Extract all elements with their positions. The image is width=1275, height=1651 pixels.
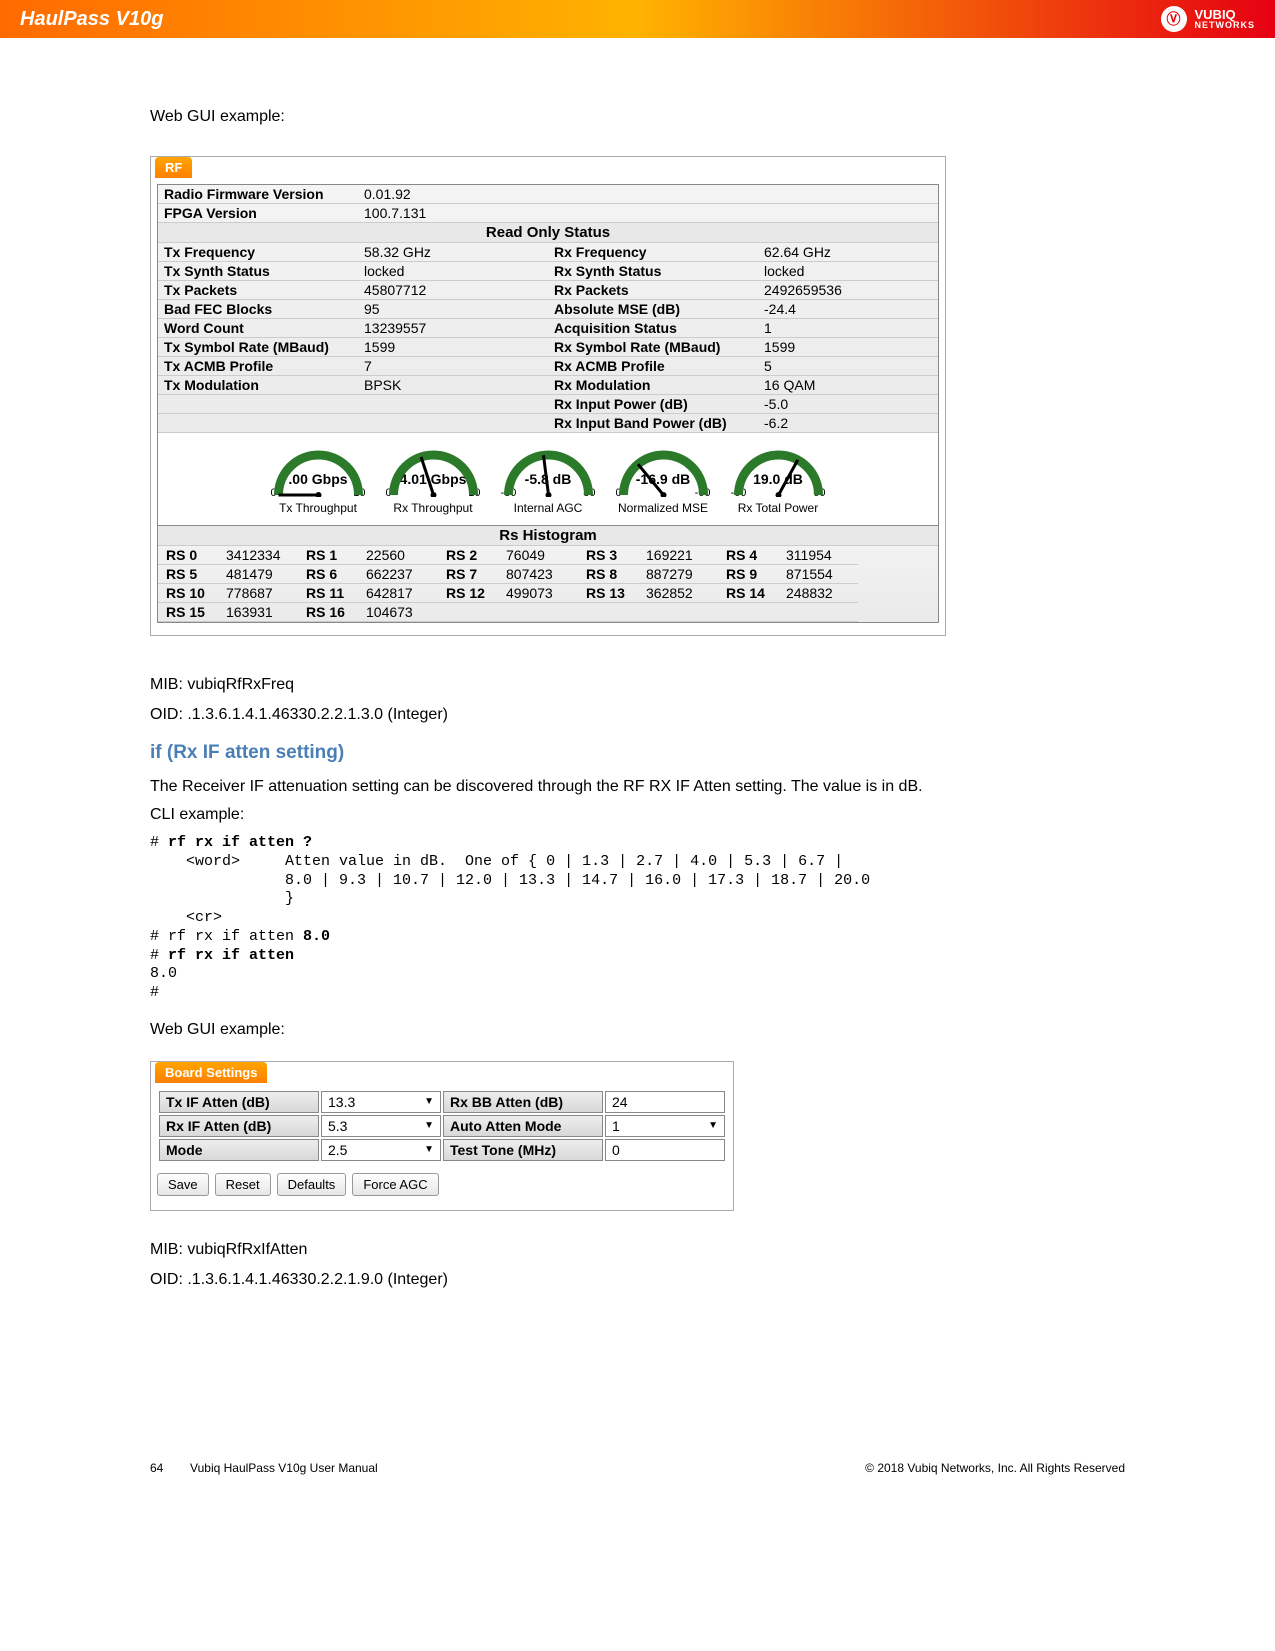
gauge: .00 Gbps010Tx Throughput [271, 447, 366, 515]
board-field-label: Auto Atten Mode [443, 1115, 603, 1137]
board-field-value[interactable]: 13.3▼ [321, 1091, 441, 1113]
mib-2: MIB: vubiqRfRxIfAtten [150, 1241, 1125, 1259]
board-field-label: Rx BB Atten (dB) [443, 1091, 603, 1113]
chevron-down-icon: ▼ [424, 1096, 434, 1107]
rf-panel: RF Radio Firmware Version0.01.92FPGA Ver… [150, 156, 946, 636]
save-button[interactable]: Save [157, 1173, 209, 1196]
gauge-row: .00 Gbps010Tx Throughput 4.01 Gbps010Rx T… [157, 433, 939, 526]
defaults-button[interactable]: Defaults [277, 1173, 347, 1196]
board-buttons-row: Save Reset DefaultsForce AGC [157, 1173, 727, 1196]
oid-2: OID: .1.3.6.1.4.1.46330.2.2.1.9.0 (Integ… [150, 1271, 1125, 1289]
footer-manual: Vubiq HaulPass V10g User Manual [190, 1461, 378, 1475]
page-number: 64 [150, 1461, 163, 1475]
board-settings-grid: Tx IF Atten (dB)13.3▼Rx BB Atten (dB)24 R… [157, 1089, 727, 1163]
reset-button[interactable]: Reset [215, 1173, 271, 1196]
page-header: HaulPass V10g Ⓥ VUBIQ NETWORKS [0, 0, 1275, 38]
force-agc-button[interactable]: Force AGC [352, 1173, 438, 1196]
rf-status-grid: Radio Firmware Version0.01.92FPGA Versio… [157, 184, 939, 434]
logo-text-2: NETWORKS [1195, 21, 1256, 30]
logo-mark-icon: Ⓥ [1161, 6, 1187, 32]
footer-copyright: © 2018 Vubiq Networks, Inc. All Rights R… [865, 1461, 1125, 1475]
board-field-value[interactable]: 5.3▼ [321, 1115, 441, 1137]
oid-1: OID: .1.3.6.1.4.1.46330.2.2.1.3.0 (Integ… [150, 706, 1125, 724]
chevron-down-icon: ▼ [424, 1144, 434, 1155]
web-gui-example-2: Web GUI example: [150, 1021, 1125, 1039]
chevron-down-icon: ▼ [708, 1120, 718, 1131]
board-settings-panel: Board Settings Tx IF Atten (dB)13.3▼Rx B… [150, 1061, 734, 1211]
board-field-value[interactable]: 0 [605, 1139, 725, 1161]
board-settings-tab: Board Settings [155, 1062, 267, 1083]
cli-example-label: CLI example: [150, 806, 1125, 824]
section-if-rx-atten: if (Rx IF atten setting) [150, 742, 1125, 764]
board-field-label: Tx IF Atten (dB) [159, 1091, 319, 1113]
section-desc: The Receiver IF attenuation setting can … [150, 778, 1125, 796]
rs-histogram-grid: Rs Histogram RS 03412334RS 122560RS 2760… [157, 525, 939, 623]
gauge: -16.9 dB0-60Normalized MSE [616, 447, 711, 515]
product-title: HaulPass V10g [20, 8, 163, 31]
rs-histogram-header: Rs Histogram [158, 526, 938, 546]
gauge: 4.01 Gbps010Rx Throughput [386, 447, 481, 515]
gauge: -5.8 dB-8080Internal AGC [501, 447, 596, 515]
rf-tab: RF [155, 157, 192, 178]
vubiq-logo: Ⓥ VUBIQ NETWORKS [1161, 6, 1256, 32]
mib-1: MIB: vubiqRfRxFreq [150, 676, 1125, 694]
cli-block: # rf rx if atten ? <word> Atten value in… [150, 834, 1125, 1003]
board-field-value[interactable]: 24 [605, 1091, 725, 1113]
web-gui-example-1: Web GUI example: [150, 108, 1125, 126]
page-footer: 64 Vubiq HaulPass V10g User Manual © 201… [0, 1461, 1275, 1535]
board-field-label: Test Tone (MHz) [443, 1139, 603, 1161]
board-field-value[interactable]: 2.5▼ [321, 1139, 441, 1161]
board-field-label: Rx IF Atten (dB) [159, 1115, 319, 1137]
chevron-down-icon: ▼ [424, 1120, 434, 1131]
gauge: 19.0 dB-6060Rx Total Power [731, 447, 826, 515]
board-field-label: Mode [159, 1139, 319, 1161]
board-field-value[interactable]: 1▼ [605, 1115, 725, 1137]
